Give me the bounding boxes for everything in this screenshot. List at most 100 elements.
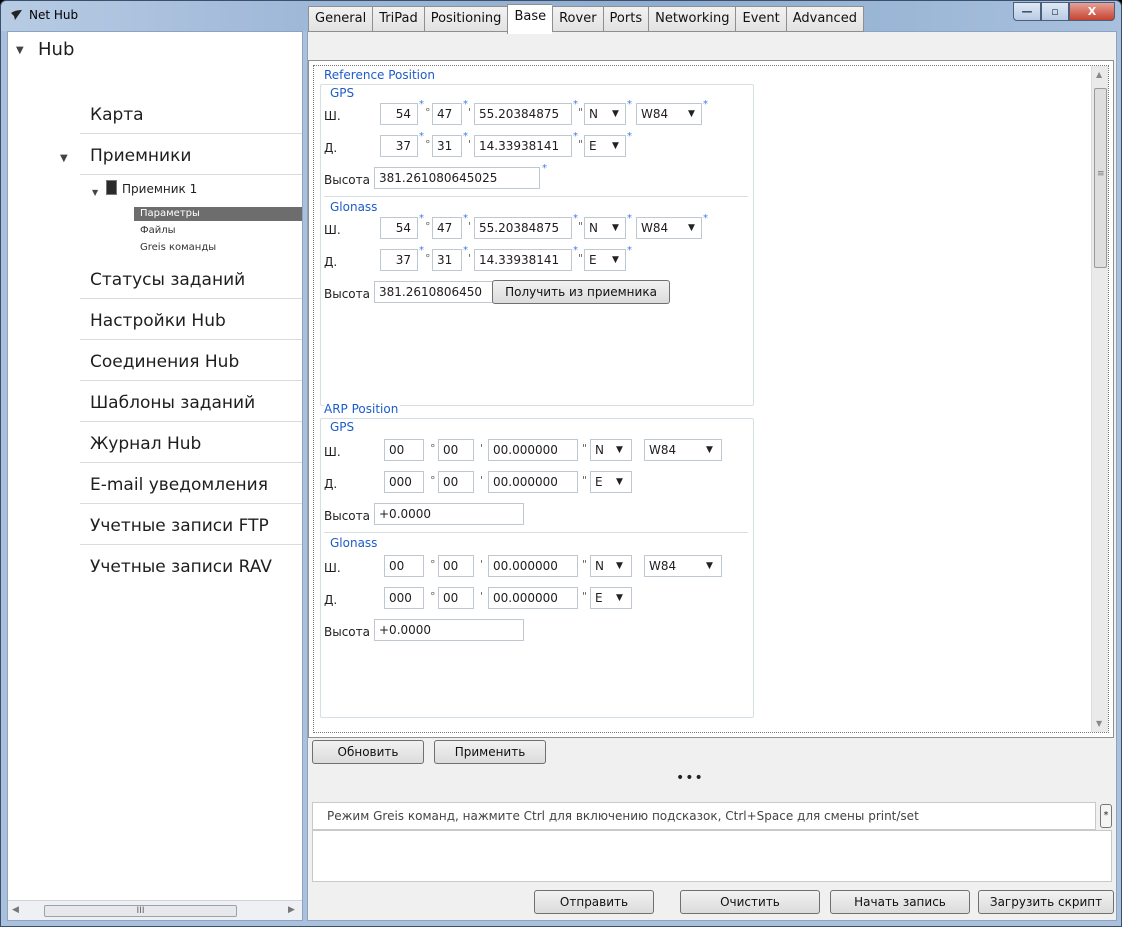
arp-gps-lon-sec-field[interactable]: 00.000000: [488, 471, 578, 493]
tree-item-hub[interactable]: Hub: [38, 39, 74, 60]
receiver-device-icon: [106, 180, 117, 195]
ref-glonass-lat-label: Ш.: [324, 223, 341, 237]
tree-item-ftp-accounts[interactable]: Учетные записи FTP: [90, 516, 269, 536]
chevron-down-icon: ▼: [612, 255, 619, 265]
start-recording-button[interactable]: Начать запись: [830, 890, 970, 914]
arp-gps-lat-min-field[interactable]: 00: [438, 439, 474, 461]
scroll-down-icon[interactable]: ▼: [1096, 719, 1102, 728]
tab-base[interactable]: Base: [507, 4, 553, 34]
ref-glonass-lat-deg-field[interactable]: 54: [380, 217, 418, 239]
chevron-down-icon: ▼: [688, 109, 695, 119]
scroll-right-icon[interactable]: ▶: [288, 905, 295, 915]
panel-vertical-scrollbar[interactable]: ▲ ≡ ▼: [1091, 66, 1108, 732]
tree-item-parameters[interactable]: Параметры: [134, 207, 302, 221]
arp-glonass-lon-deg-field[interactable]: 000: [384, 587, 424, 609]
ref-gps-lat-deg-field[interactable]: 54: [380, 103, 418, 125]
send-button[interactable]: Отправить: [534, 890, 654, 914]
tree-item-receiver-1[interactable]: Приемник 1: [122, 182, 197, 196]
tab-general[interactable]: General: [308, 6, 373, 32]
ref-gps-lon-min-field[interactable]: 31: [432, 135, 462, 157]
arp-glonass-lat-sec-field[interactable]: 00.000000: [488, 555, 578, 577]
modified-marker: *: [419, 131, 424, 142]
expand-arrow-icon[interactable]: ▼: [60, 153, 68, 164]
tree-item-task-templates[interactable]: Шаблоны заданий: [90, 393, 255, 413]
arp-glonass-lon-min-field[interactable]: 00: [438, 587, 474, 609]
scroll-thumb[interactable]: III: [44, 905, 237, 917]
command-output-area[interactable]: [312, 830, 1112, 882]
arp-gps-lat-hemisphere-select[interactable]: N: [590, 439, 632, 461]
arp-glonass-lat-min-field[interactable]: 00: [438, 555, 474, 577]
star-toggle-button[interactable]: *: [1100, 804, 1112, 828]
expand-arrow-icon[interactable]: ▼: [16, 45, 24, 56]
scroll-up-icon[interactable]: ▲: [1096, 70, 1102, 79]
apply-button[interactable]: Применить: [434, 740, 546, 764]
arp-glonass-lon-sec-field[interactable]: 00.000000: [488, 587, 578, 609]
ref-glonass-lon-hemisphere-select[interactable]: E: [584, 249, 626, 271]
ref-gps-lat-min-field[interactable]: 47: [432, 103, 462, 125]
arp-gps-lon-hemisphere-select[interactable]: E: [590, 471, 632, 493]
splitter-grip[interactable]: •••: [676, 770, 704, 786]
arp-gps-lon-min-field[interactable]: 00: [438, 471, 474, 493]
tree-item-hub-log[interactable]: Журнал Hub: [90, 434, 201, 454]
tab-advanced[interactable]: Advanced: [785, 6, 864, 32]
tree-item-email-notifications[interactable]: E-mail уведомления: [90, 475, 268, 495]
close-icon: X: [1087, 5, 1097, 18]
arp-glonass-height-field[interactable]: +0.0000: [374, 619, 524, 641]
clear-button[interactable]: Очистить: [680, 890, 820, 914]
tree-item-task-statuses[interactable]: Статусы заданий: [90, 270, 245, 290]
ref-glonass-lon-label: Д.: [324, 255, 338, 269]
chevron-down-icon: ▼: [612, 109, 619, 119]
tree-item-hub-connections[interactable]: Соединения Hub: [90, 352, 239, 372]
arp-gps-lon-deg-field[interactable]: 000: [384, 471, 424, 493]
tree-item-map[interactable]: Карта: [90, 105, 144, 125]
ref-gps-lon-deg-field[interactable]: 37: [380, 135, 418, 157]
tree-item-rav-accounts[interactable]: Учетные записи RAV: [90, 557, 272, 577]
tree-item-files[interactable]: Файлы: [140, 225, 176, 236]
scroll-left-icon[interactable]: ◀: [12, 905, 19, 915]
get-from-receiver-button[interactable]: Получить из приемника: [492, 280, 670, 304]
ref-gps-height-field[interactable]: 381.261080645025: [374, 167, 540, 189]
tab-event[interactable]: Event: [735, 6, 786, 32]
arp-gps-lat-label: Ш.: [324, 445, 341, 459]
ref-glonass-lat-sec-field[interactable]: 55.20384875: [474, 217, 572, 239]
tab-rover[interactable]: Rover: [552, 6, 603, 32]
ref-glonass-lon-min-field[interactable]: 31: [432, 249, 462, 271]
ref-glonass-lat-min-field[interactable]: 47: [432, 217, 462, 239]
tree-horizontal-scrollbar[interactable]: ◀ III ▶: [8, 900, 302, 920]
tab-tripad[interactable]: TriPad: [372, 6, 424, 32]
ref-gps-lat-hemisphere-select[interactable]: N: [584, 103, 626, 125]
ref-gps-lat-sec-field[interactable]: 55.20384875: [474, 103, 572, 125]
ref-glonass-lat-hemisphere-select[interactable]: N: [584, 217, 626, 239]
maximize-button[interactable]: ▫: [1041, 2, 1069, 21]
ref-gps-lon-sec-field[interactable]: 14.33938141: [474, 135, 572, 157]
minute-symbol: ': [480, 590, 484, 603]
arp-gps-lat-deg-field[interactable]: 00: [384, 439, 424, 461]
arp-gps-height-field[interactable]: +0.0000: [374, 503, 524, 525]
tab-ports[interactable]: Ports: [602, 6, 649, 32]
chevron-down-icon: ▼: [612, 141, 619, 151]
tab-positioning[interactable]: Positioning: [423, 6, 508, 32]
chevron-down-icon: ▼: [688, 223, 695, 233]
ref-glonass-lon-deg-field[interactable]: 37: [380, 249, 418, 271]
close-button[interactable]: X: [1069, 2, 1115, 21]
minimize-button[interactable]: —: [1013, 2, 1041, 21]
ref-glonass-height-field[interactable]: 381.2610806450: [374, 281, 494, 303]
load-script-button[interactable]: Загрузить скрипт: [978, 890, 1114, 914]
ref-glonass-lon-sec-field[interactable]: 14.33938141: [474, 249, 572, 271]
tree-item-hub-settings[interactable]: Настройки Hub: [90, 311, 226, 331]
tab-strip: General TriPad Positioning Base Rover Po…: [308, 4, 864, 34]
expand-arrow-icon[interactable]: ▼: [92, 188, 98, 197]
tree-item-receivers[interactable]: Приемники: [90, 146, 191, 166]
ref-gps-lon-hemisphere-select[interactable]: E: [584, 135, 626, 157]
arp-glonass-lat-deg-field[interactable]: 00: [384, 555, 424, 577]
scroll-thumb[interactable]: ≡: [1094, 88, 1107, 268]
refresh-button[interactable]: Обновить: [312, 740, 424, 764]
second-symbol: ": [578, 252, 584, 265]
greis-command-input[interactable]: Режим Greis команд, нажмите Ctrl для вкл…: [312, 802, 1096, 830]
tab-networking[interactable]: Networking: [648, 6, 736, 32]
arp-gps-lat-sec-field[interactable]: 00.000000: [488, 439, 578, 461]
tree-item-greis-commands[interactable]: Greis команды: [140, 242, 216, 253]
arp-glonass-lat-hemisphere-select[interactable]: N: [590, 555, 632, 577]
arp-glonass-lon-hemisphere-select[interactable]: E: [590, 587, 632, 609]
degree-symbol: °: [430, 558, 436, 571]
